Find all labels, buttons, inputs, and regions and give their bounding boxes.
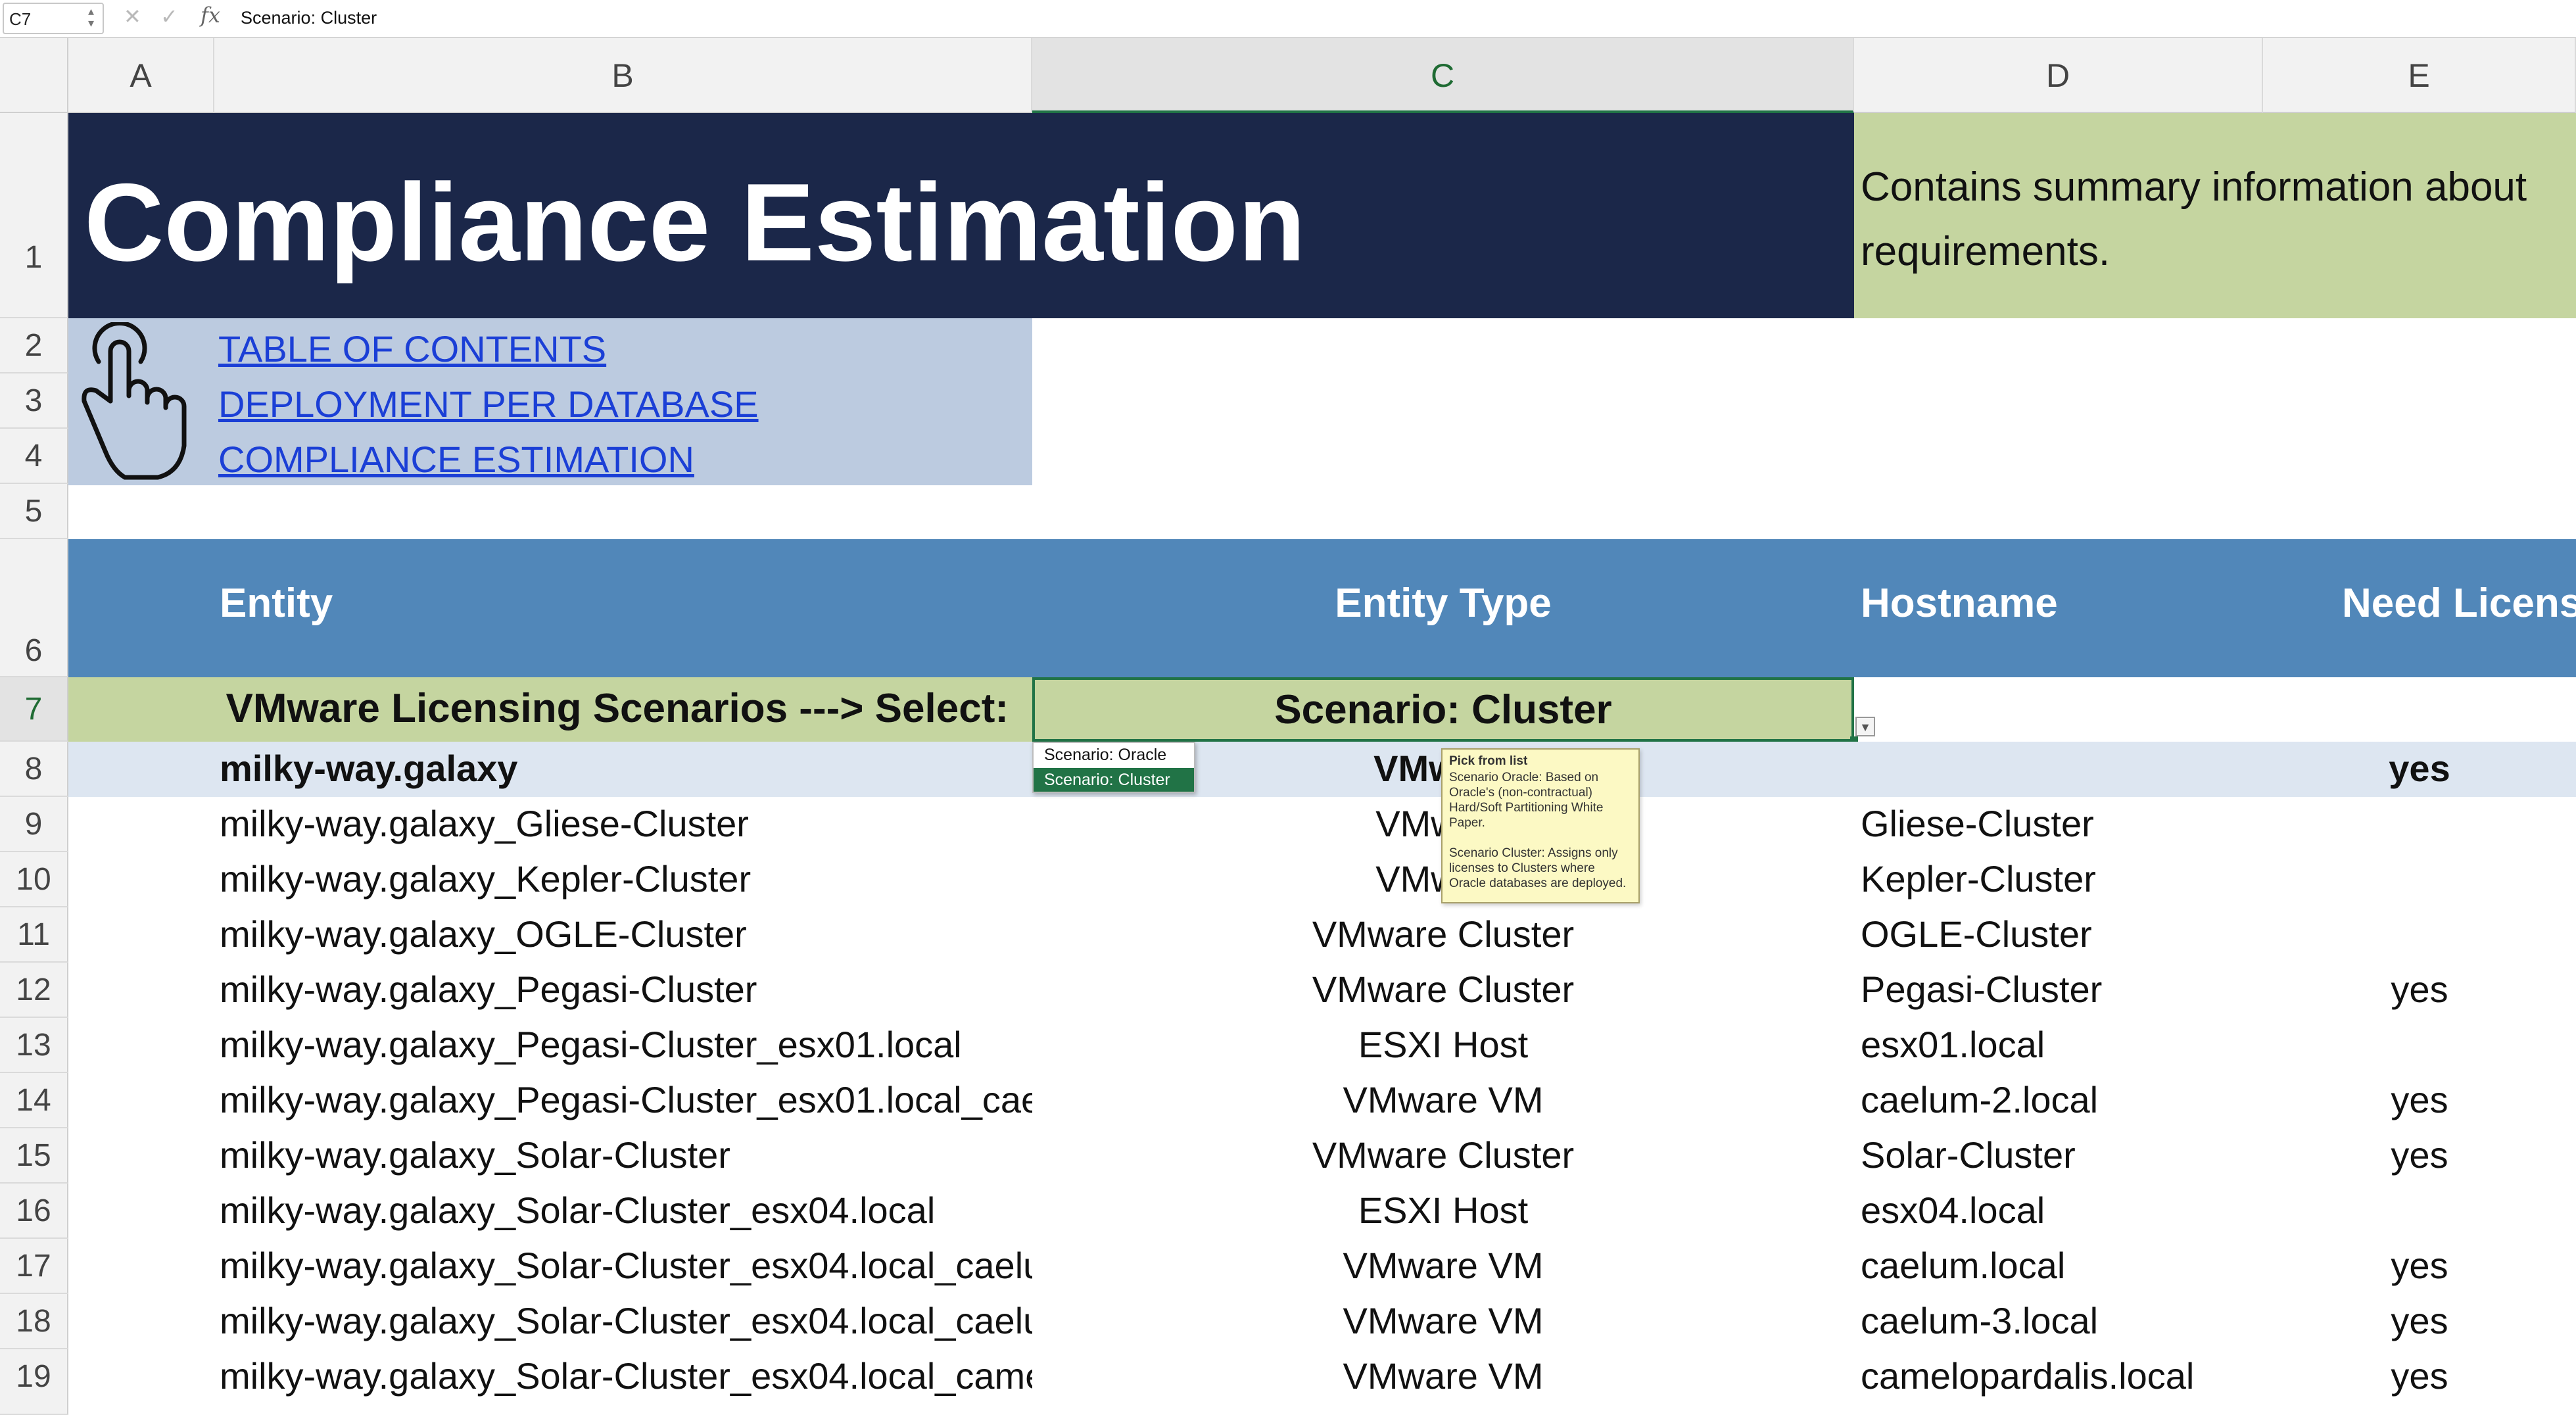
hostname-cell[interactable]: camelopardalis.local: [1861, 1355, 2266, 1397]
hostname-cell[interactable]: Solar-Cluster: [1861, 1134, 2266, 1176]
entity-cell[interactable]: milky-way.galaxy_Gliese-Cluster: [220, 802, 1032, 845]
page-title: Compliance Estimation: [84, 160, 1306, 284]
row-header[interactable]: 10: [0, 852, 68, 907]
type-cell[interactable]: VMware VM: [1032, 1078, 1854, 1121]
formula-bar: C7 ▴ ▾ ✕ ✓ fx Scenario: Cluster: [0, 0, 2576, 38]
nav-link-table-of-contents[interactable]: TABLE OF CONTENTS: [218, 327, 606, 370]
type-cell[interactable]: VMware VM: [1032, 1244, 1854, 1287]
type-cell[interactable]: VMware VM: [1032, 1299, 1854, 1342]
name-box-value: C7: [9, 9, 32, 29]
hostname-cell[interactable]: caelum-2.local: [1861, 1078, 2266, 1121]
function-icon[interactable]: fx: [201, 3, 220, 28]
row-header[interactable]: 11: [0, 907, 68, 963]
scenario-selected-value: Scenario: Cluster: [1274, 687, 1612, 732]
summary-line-1: Contains summary information about: [1861, 164, 2527, 210]
scenario-select-cell[interactable]: Scenario: Cluster: [1032, 677, 1854, 742]
tooltip-text-cluster: Scenario Cluster: Assigns only licenses …: [1449, 846, 1627, 890]
title-banner: Compliance Estimation: [68, 113, 1854, 318]
type-cell[interactable]: VMware Cluster: [1032, 913, 1854, 955]
row-header[interactable]: 4: [0, 429, 68, 484]
entity-cell[interactable]: milky-way.galaxy_Kepler-Cluster: [220, 857, 1032, 900]
need-cell[interactable]: yes: [2263, 1299, 2576, 1342]
scenario-label-cell: VMware Licensing Scenarios ---> Select:: [68, 677, 1032, 742]
pointing-hand-icon: [82, 322, 187, 480]
entity-cell[interactable]: milky-way.galaxy_Pegasi-Cluster_esx01.lo…: [220, 1078, 1032, 1121]
table-header-row: Entity Entity Type Hostname Need Licens: [68, 539, 2576, 677]
row-header[interactable]: 16: [0, 1184, 68, 1239]
nav-link-compliance-estimation[interactable]: COMPLIANCE ESTIMATION: [218, 438, 694, 481]
dropdown-option-oracle[interactable]: Scenario: Oracle: [1034, 743, 1194, 767]
scenario-label: VMware Licensing Scenarios ---> Select:: [226, 686, 1009, 731]
entity-cell[interactable]: milky-way.galaxy_Solar-Cluster_esx04.loc…: [220, 1244, 1032, 1287]
nav-link-deployment-per-database[interactable]: DEPLOYMENT PER DATABASE: [218, 383, 759, 425]
need-cell[interactable]: yes: [2263, 1244, 2576, 1287]
type-cell[interactable]: ESXI Host: [1032, 1023, 1854, 1066]
tooltip-text-oracle: Scenario Oracle: Based on Oracle's (non-…: [1449, 771, 1604, 830]
entity-cell[interactable]: milky-way.galaxy_Pegasi-Cluster_esx01.lo…: [220, 1023, 1032, 1066]
tooltip-title: Pick from list: [1449, 754, 1528, 768]
entity-cell[interactable]: milky-way.galaxy: [220, 747, 1032, 790]
row-header[interactable]: 3: [0, 373, 68, 429]
cancel-icon[interactable]: ✕: [124, 4, 141, 29]
summary-line-2: requirements.: [1861, 229, 2111, 274]
row-header[interactable]: 12: [0, 963, 68, 1018]
row-header[interactable]: 9: [0, 797, 68, 852]
entity-cell[interactable]: milky-way.galaxy_Solar-Cluster_esx04.loc…: [220, 1189, 1032, 1232]
summary-note: Contains summary information about requi…: [1854, 113, 2576, 318]
need-cell[interactable]: yes: [2263, 747, 2576, 790]
data-table: milky-way.galaxy VMware yes milky-way.ga…: [68, 742, 2576, 1415]
row-header[interactable]: 5: [0, 484, 68, 539]
select-all-corner[interactable]: [0, 38, 68, 113]
row-header[interactable]: 18: [0, 1294, 68, 1349]
column-header-c[interactable]: C: [1032, 38, 1854, 113]
name-box-stepper-icon[interactable]: ▴ ▾: [88, 5, 94, 29]
column-header-b[interactable]: B: [214, 38, 1032, 113]
hostname-cell[interactable]: Kepler-Cluster: [1861, 857, 2266, 900]
entity-cell[interactable]: milky-way.galaxy_Pegasi-Cluster: [220, 968, 1032, 1011]
entity-cell[interactable]: milky-way.galaxy_Solar-Cluster: [220, 1134, 1032, 1176]
hostname-cell[interactable]: Pegasi-Cluster: [1861, 968, 2266, 1011]
need-cell[interactable]: yes: [2263, 968, 2576, 1011]
row-header[interactable]: 19: [0, 1349, 68, 1415]
header-need-license: Need Licens: [2342, 581, 2576, 626]
confirm-icon[interactable]: ✓: [160, 4, 178, 29]
entity-cell[interactable]: milky-way.galaxy_Solar-Cluster_esx04.loc…: [220, 1355, 1032, 1397]
hostname-cell[interactable]: caelum-3.local: [1861, 1299, 2266, 1342]
hostname-cell[interactable]: OGLE-Cluster: [1861, 913, 2266, 955]
row-header[interactable]: 8: [0, 742, 68, 797]
row-header[interactable]: 15: [0, 1128, 68, 1184]
input-message-tooltip: Pick from list Scenario Oracle: Based on…: [1441, 748, 1640, 903]
entity-cell[interactable]: milky-way.galaxy_Solar-Cluster_esx04.loc…: [220, 1299, 1032, 1342]
hostname-cell[interactable]: esx01.local: [1861, 1023, 2266, 1066]
hostname-cell[interactable]: Gliese-Cluster: [1861, 802, 2266, 845]
hostname-cell[interactable]: caelum.local: [1861, 1244, 2266, 1287]
type-cell[interactable]: VMware VM: [1032, 1355, 1854, 1397]
type-cell[interactable]: VMware Cluster: [1032, 1134, 1854, 1176]
scenario-dropdown-list: Scenario: Oracle Scenario: Cluster: [1032, 742, 1195, 793]
column-header-e[interactable]: E: [2263, 38, 2576, 113]
column-header-a[interactable]: A: [68, 38, 214, 113]
header-entity: Entity: [220, 581, 333, 626]
type-cell[interactable]: ESXI Host: [1032, 1189, 1854, 1232]
row-header[interactable]: 6: [0, 539, 68, 677]
dropdown-option-cluster[interactable]: Scenario: Cluster: [1034, 768, 1194, 792]
row-header[interactable]: 14: [0, 1073, 68, 1128]
entity-cell[interactable]: milky-way.galaxy_OGLE-Cluster: [220, 913, 1032, 955]
need-cell[interactable]: yes: [2263, 1078, 2576, 1121]
type-cell[interactable]: VMware Cluster: [1032, 968, 1854, 1011]
need-cell[interactable]: yes: [2263, 1134, 2576, 1176]
nav-block: TABLE OF CONTENTS DEPLOYMENT PER DATABAS…: [68, 318, 1032, 485]
header-hostname: Hostname: [1861, 581, 2058, 626]
row-header-active[interactable]: 7: [0, 677, 68, 742]
hostname-cell[interactable]: esx04.local: [1861, 1189, 2266, 1232]
header-entity-type: Entity Type: [1335, 581, 1552, 626]
formula-input[interactable]: Scenario: Cluster: [241, 8, 377, 28]
need-cell[interactable]: yes: [2263, 1355, 2576, 1397]
row-header[interactable]: 13: [0, 1018, 68, 1073]
row-header[interactable]: 17: [0, 1239, 68, 1294]
column-header-d[interactable]: D: [1854, 38, 2263, 113]
dropdown-arrow-button[interactable]: ▼: [1855, 717, 1875, 736]
row-header[interactable]: 2: [0, 318, 68, 373]
row-header[interactable]: 1: [0, 113, 68, 318]
